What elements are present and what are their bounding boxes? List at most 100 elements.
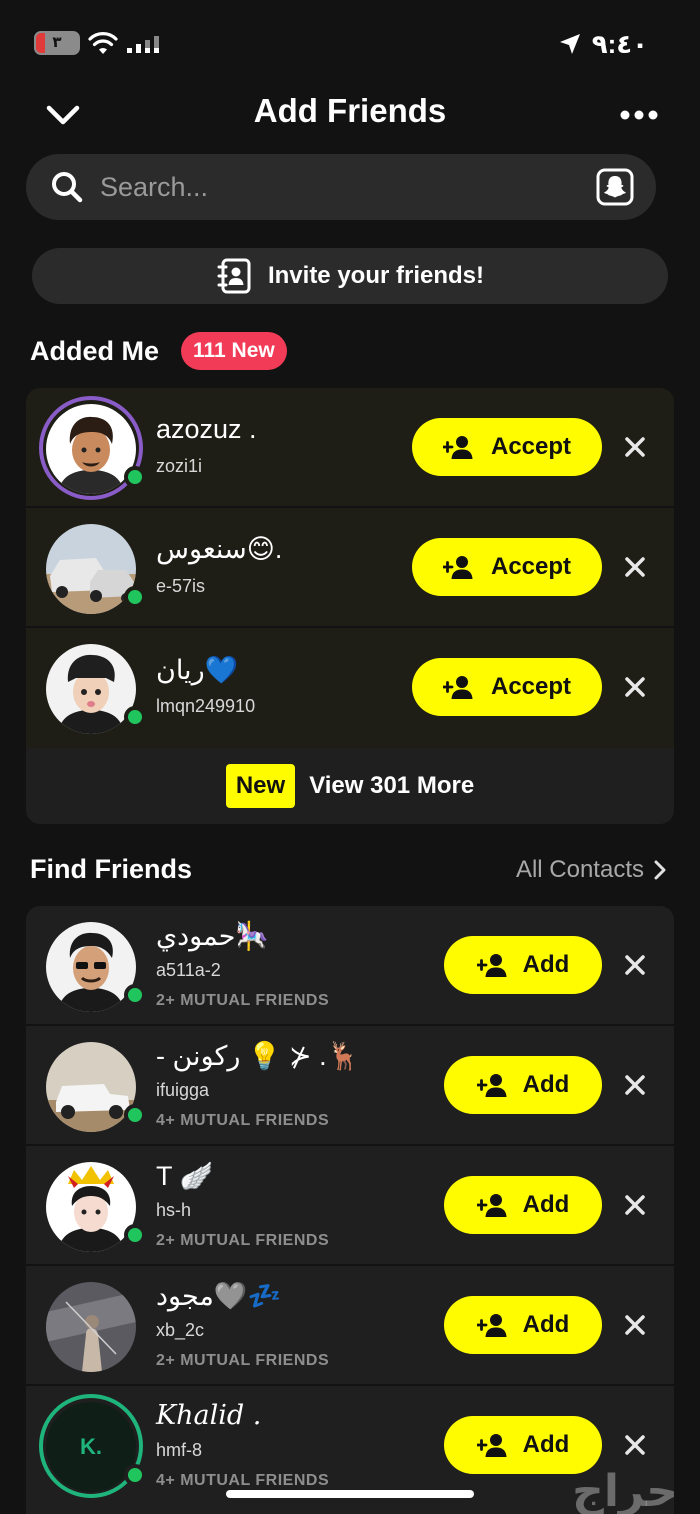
close-icon[interactable] [624, 1194, 646, 1216]
find-friends-list: حمودي🎠 a511a-2 2+ MUTUAL FRIENDS Add - ر… [26, 906, 674, 1514]
close-icon[interactable] [624, 676, 646, 698]
friend-username: hs-h [156, 1200, 192, 1220]
add-label: Add [522, 1311, 570, 1338]
view-more-label: View 301 More [309, 772, 475, 799]
friend-display-name: azozuz . [156, 414, 257, 444]
online-status-dot [124, 984, 146, 1006]
mutual-friends-count: 2+ MUTUAL FRIENDS [156, 992, 330, 1009]
find-friends-title: Find Friends [30, 854, 192, 884]
mutual-friends-count: 2+ MUTUAL FRIENDS [156, 1232, 330, 1249]
add-friend-icon [442, 676, 473, 699]
add-label: Add [522, 1431, 570, 1458]
avatar-initial: K. [80, 1434, 102, 1459]
friend-username: lmqn249910 [156, 696, 256, 716]
friend-request-row[interactable]: ريان💙 lmqn249910 Accept [26, 628, 674, 748]
accept-label: Accept [490, 553, 572, 580]
mutual-friends-count: 2+ MUTUAL FRIENDS [156, 1352, 330, 1369]
chevron-right-icon [654, 860, 666, 880]
friend-username: ifuigga [156, 1080, 210, 1100]
friend-display-name: - ركونن 💡 ⊁ .🦌 [156, 1041, 361, 1071]
friend-username: hmf-8 [156, 1440, 203, 1460]
status-bar: ٣ ٩:٤٠ [0, 0, 700, 88]
mutual-friends-count: 4+ MUTUAL FRIENDS [156, 1112, 330, 1129]
friend-display-name: مجود🩶💤 [156, 1281, 282, 1311]
friend-display-name: حمودي🎠 [156, 921, 270, 951]
online-status-dot [124, 1464, 146, 1486]
page-title: Add Friends [253, 92, 447, 129]
view-more-new-badge: New [225, 764, 296, 808]
close-icon[interactable] [624, 436, 646, 458]
friend-request-row[interactable]: azozuz . zozi1i Accept [26, 388, 674, 508]
add-button[interactable]: Add [444, 1296, 602, 1354]
online-status-dot [124, 1104, 146, 1126]
all-contacts-label: All Contacts [515, 856, 644, 883]
friend-display-name: Khalid . [156, 1400, 262, 1431]
add-label: Add [522, 1191, 570, 1218]
home-indicator[interactable] [226, 1490, 474, 1498]
friend-display-name: T 🪽 [156, 1161, 214, 1191]
add-friend-icon [476, 1074, 507, 1097]
invite-friends-label: Invite your friends! [267, 262, 485, 289]
avatar[interactable] [46, 1282, 136, 1372]
close-icon[interactable] [624, 1434, 646, 1456]
friend-username: zozi1i [156, 456, 203, 476]
add-friend-icon [476, 954, 507, 977]
close-icon[interactable] [624, 1314, 646, 1336]
add-button[interactable]: Add [444, 936, 602, 994]
accept-button[interactable]: Accept [412, 418, 602, 476]
add-button[interactable]: Add [444, 1056, 602, 1114]
avatar[interactable] [46, 524, 136, 614]
search-bar[interactable] [26, 154, 656, 220]
search-icon [52, 172, 83, 203]
close-icon[interactable] [624, 1074, 646, 1096]
add-label: Add [522, 951, 570, 978]
friend-display-name: ريان💙 [156, 655, 239, 685]
friend-username: xb_2c [156, 1320, 205, 1340]
avatar[interactable] [46, 1042, 136, 1132]
added-me-title: Added Me [30, 336, 160, 366]
avatar[interactable] [46, 404, 136, 494]
suggested-friend-row[interactable]: حمودي🎠 a511a-2 2+ MUTUAL FRIENDS Add [26, 906, 674, 1026]
avatar[interactable] [46, 644, 136, 734]
online-status-dot [124, 1224, 146, 1246]
suggested-friend-row[interactable]: - ركونن 💡 ⊁ .🦌 ifuigga 4+ MUTUAL FRIENDS… [26, 1026, 674, 1146]
add-friend-icon [442, 556, 473, 579]
online-status-dot [124, 466, 146, 488]
avatar[interactable]: K. [46, 1402, 136, 1492]
battery-level-text: ٣ [52, 34, 62, 51]
status-time: ٩:٤٠ [591, 28, 648, 59]
added-me-list: azozuz . zozi1i Accept سنعوس😊. e-57is Ac… [26, 388, 674, 824]
close-icon[interactable] [624, 954, 646, 976]
accept-label: Accept [490, 433, 572, 460]
search-input[interactable] [100, 154, 580, 220]
invite-friends-button[interactable]: Invite your friends! [32, 248, 668, 304]
friend-username: a511a-2 [156, 960, 221, 980]
new-requests-badge: 111 New [181, 332, 287, 370]
snapcode-scan-icon[interactable] [596, 168, 634, 206]
accept-button[interactable]: Accept [412, 538, 602, 596]
location-arrow-icon [559, 34, 580, 54]
online-status-dot [124, 586, 146, 608]
accept-label: Accept [490, 673, 572, 700]
suggested-friend-row[interactable]: مجود🩶💤 xb_2c 2+ MUTUAL FRIENDS Add [26, 1266, 674, 1386]
mutual-friends-count: 4+ MUTUAL FRIENDS [156, 1472, 330, 1489]
friend-request-row[interactable]: سنعوس😊. e-57is Accept [26, 508, 674, 628]
add-friend-icon [476, 1194, 507, 1217]
view-more-requests-button[interactable]: New View 301 More [26, 748, 674, 824]
avatar[interactable] [46, 922, 136, 1012]
all-contacts-link[interactable]: All Contacts [516, 856, 666, 884]
suggested-friend-row[interactable]: T 🪽 hs-h 2+ MUTUAL FRIENDS Add [26, 1146, 674, 1266]
online-status-dot [124, 706, 146, 728]
signal-icon [127, 36, 159, 53]
battery-icon: ٣ [34, 31, 80, 55]
accept-button[interactable]: Accept [412, 658, 602, 716]
friend-display-name: سنعوس😊. [156, 534, 283, 564]
friend-username: e-57is [156, 576, 206, 596]
more-options-icon[interactable] [620, 104, 658, 126]
close-icon[interactable] [624, 556, 646, 578]
contact-book-icon [217, 258, 251, 294]
add-friend-icon [476, 1434, 507, 1457]
avatar[interactable] [46, 1162, 136, 1252]
add-friend-icon [476, 1314, 507, 1337]
add-button[interactable]: Add [444, 1176, 602, 1234]
